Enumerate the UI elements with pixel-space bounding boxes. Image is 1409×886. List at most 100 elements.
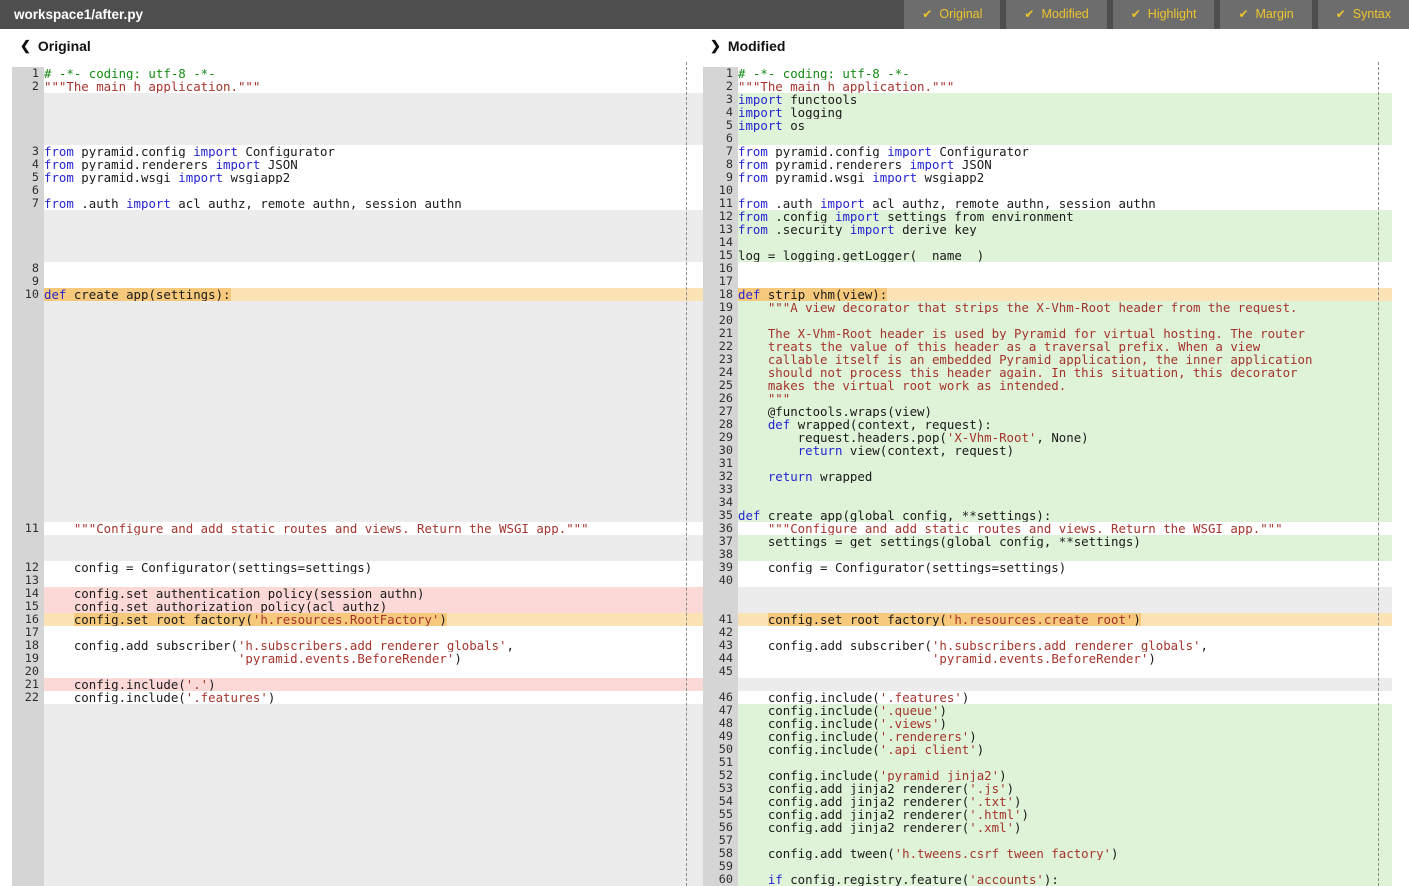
code-row: 54 config.add_jinja2_renderer('.txt') — [703, 795, 1409, 808]
filler-row — [12, 340, 703, 353]
check-icon: ✔ — [1336, 0, 1346, 29]
line-number — [12, 496, 44, 509]
code-row: 16 config.set_root_factory('h.resources.… — [12, 613, 703, 626]
code-line: The X-Vhm-Root header is used by Pyramid… — [738, 327, 1392, 340]
filler-row — [12, 301, 703, 314]
code-line — [44, 327, 703, 340]
code-row: 22 treats the value of this header as a … — [703, 340, 1409, 353]
filler-row — [703, 587, 1409, 600]
code-line — [44, 704, 703, 717]
filler-row — [12, 379, 703, 392]
code-line: config.add_subscriber('h.subscribers.add… — [738, 639, 1392, 652]
original-pane-header: ❮ Original — [20, 30, 91, 62]
code-row: 34 — [703, 496, 1409, 509]
line-number — [12, 860, 44, 873]
code-row: 10 — [703, 184, 1409, 197]
code-line: config = Configurator(settings=settings) — [738, 561, 1392, 574]
code-row: 21 The X-Vhm-Root header is used by Pyra… — [703, 327, 1409, 340]
toggle-modified-button[interactable]: ✔ Modified — [1006, 0, 1106, 29]
code-line: config.include('.features') — [44, 691, 703, 704]
code-row: 7from pyramid.config import Configurator — [703, 145, 1409, 158]
toggle-original-button[interactable]: ✔ Original — [904, 0, 1000, 29]
modified-code-pane[interactable]: 1# -*- coding: utf-8 -*-2"""The main h a… — [703, 62, 1409, 886]
code-line — [44, 821, 703, 834]
line-number — [12, 301, 44, 314]
code-row: 13 — [12, 574, 703, 587]
code-line — [44, 275, 703, 288]
code-row: 30 return view(context, request) — [703, 444, 1409, 457]
code-line — [738, 457, 1392, 470]
code-row: 15 config.set_authorization_policy(acl_a… — [12, 600, 703, 613]
line-number — [12, 470, 44, 483]
code-line — [44, 132, 703, 145]
code-row: 41 config.set_root_factory('h.resources.… — [703, 613, 1409, 626]
code-line: from pyramid.config import Configurator — [44, 145, 703, 158]
toggle-highlight-button[interactable]: ✔ Highlight — [1113, 0, 1215, 29]
toggle-margin-button[interactable]: ✔ Margin — [1220, 0, 1311, 29]
filler-row — [12, 548, 703, 561]
code-row: 43 config.add_subscriber('h.subscribers.… — [703, 639, 1409, 652]
code-row: 18def strip_vhm(view): — [703, 288, 1409, 301]
file-title: workspace1/after.py — [0, 7, 904, 22]
code-row: 2"""The main h application.""" — [12, 80, 703, 93]
filler-row — [12, 860, 703, 873]
code-row: 15log = logging.getLogger(__name__) — [703, 249, 1409, 262]
code-line — [44, 717, 703, 730]
code-row: 57 — [703, 834, 1409, 847]
code-line: from pyramid.renderers import JSON — [738, 158, 1392, 171]
code-row: 6 — [12, 184, 703, 197]
line-number — [12, 444, 44, 457]
line-number: 1 — [12, 67, 44, 80]
toggle-syntax-button[interactable]: ✔ Syntax — [1318, 0, 1409, 29]
code-line: """Configure and add static routes and v… — [44, 522, 703, 535]
line-number — [12, 457, 44, 470]
code-line — [44, 808, 703, 821]
code-row: 45 — [703, 665, 1409, 678]
filler-row — [12, 93, 703, 106]
code-line — [44, 353, 703, 366]
code-line — [738, 483, 1392, 496]
code-row: 9 — [12, 275, 703, 288]
filler-row — [12, 847, 703, 860]
line-number — [12, 93, 44, 106]
filler-row — [12, 795, 703, 808]
code-row: 19 """A view decorator that strips the X… — [703, 301, 1409, 314]
changed-text-span: def strip_vhm(view): — [738, 288, 887, 301]
code-line — [44, 756, 703, 769]
code-line: from .security import derive_key — [738, 223, 1392, 236]
line-number — [12, 795, 44, 808]
code-row: 60 if config.registry.feature('accounts'… — [703, 873, 1409, 886]
code-line — [738, 236, 1392, 249]
code-line — [738, 678, 1392, 691]
code-row: 47 config.include('.queue') — [703, 704, 1409, 717]
code-line — [44, 730, 703, 743]
filler-row — [12, 769, 703, 782]
code-line: config.include('.queue') — [738, 704, 1392, 717]
filler-row — [12, 236, 703, 249]
code-line: import logging — [738, 106, 1392, 119]
code-line — [44, 340, 703, 353]
code-line — [738, 834, 1392, 847]
line-number: 60 — [703, 873, 738, 886]
code-row: 3from pyramid.config import Configurator — [12, 145, 703, 158]
code-line — [44, 314, 703, 327]
code-row: 3import functools — [703, 93, 1409, 106]
filler-row — [12, 132, 703, 145]
code-row: 8from pyramid.renderers import JSON — [703, 158, 1409, 171]
code-line — [738, 132, 1392, 145]
code-row: 19 'pyramid.events.BeforeRender') — [12, 652, 703, 665]
code-line — [44, 873, 703, 886]
changed-text-span: def create_app(settings): — [44, 288, 231, 301]
line-number — [12, 769, 44, 782]
code-row: 31 — [703, 457, 1409, 470]
line-number — [12, 340, 44, 353]
original-code-pane[interactable]: 1# -*- coding: utf-8 -*-2"""The main h a… — [0, 62, 703, 886]
chevron-left-icon: ❮ — [20, 38, 31, 54]
code-row: 32 return wrapped — [703, 470, 1409, 483]
filler-row — [12, 821, 703, 834]
line-number: 4 — [12, 158, 44, 171]
code-line: def strip_vhm(view): — [738, 288, 1392, 301]
line-number — [12, 821, 44, 834]
filler-row — [703, 678, 1409, 691]
code-line — [44, 457, 703, 470]
